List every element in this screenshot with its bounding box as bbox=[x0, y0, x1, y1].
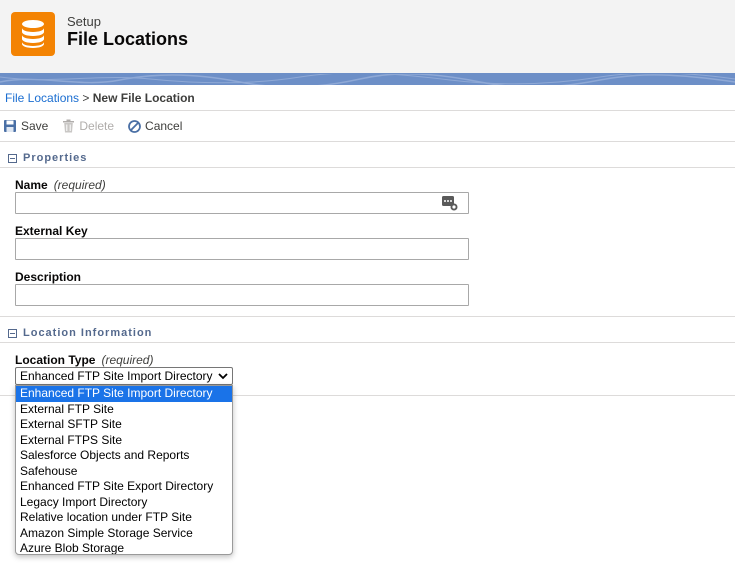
description-input[interactable] bbox=[15, 284, 469, 306]
divider bbox=[0, 316, 735, 317]
dropdown-option[interactable]: Salesforce Objects and Reports bbox=[16, 448, 232, 464]
cancel-button[interactable]: Cancel bbox=[128, 119, 182, 133]
location-type-dropdown: Enhanced FTP Site Import Directory Exter… bbox=[15, 385, 233, 555]
section-location-information[interactable]: Location Information bbox=[8, 327, 152, 339]
breadcrumb-link-file-locations[interactable]: File Locations bbox=[5, 91, 79, 105]
dropdown-option[interactable]: Azure Blob Storage bbox=[16, 541, 232, 554]
cancel-icon bbox=[128, 119, 141, 133]
dropdown-option[interactable]: Enhanced FTP Site Export Directory bbox=[16, 479, 232, 495]
section-properties[interactable]: Properties bbox=[8, 152, 87, 164]
location-type-label: Location Type (required) bbox=[15, 353, 154, 367]
delete-button[interactable]: Delete bbox=[62, 119, 114, 133]
name-input[interactable] bbox=[15, 192, 469, 214]
collapse-icon[interactable] bbox=[8, 328, 17, 338]
dropdown-option[interactable]: External FTPS Site bbox=[16, 433, 232, 449]
breadcrumb-separator: > bbox=[82, 91, 90, 105]
location-type-selected-value: Enhanced FTP Site Import Directory bbox=[20, 369, 213, 383]
dropdown-option[interactable]: Amazon Simple Storage Service bbox=[16, 526, 232, 542]
external-key-label: External Key bbox=[15, 224, 88, 238]
divider bbox=[0, 342, 735, 343]
divider bbox=[0, 141, 735, 142]
page-title: File Locations bbox=[67, 29, 189, 49]
dropdown-option[interactable]: External FTP Site bbox=[16, 402, 232, 418]
breadcrumb-current: New File Location bbox=[92, 91, 195, 105]
database-icon bbox=[11, 12, 55, 56]
toolbar: Save Delete Cancel bbox=[3, 117, 196, 135]
description-label: Description bbox=[15, 270, 82, 284]
lookup-icon[interactable] bbox=[441, 195, 459, 211]
trash-icon bbox=[63, 119, 75, 133]
location-type-select[interactable]: Enhanced FTP Site Import Directory bbox=[15, 367, 233, 385]
cancel-label: Cancel bbox=[145, 119, 183, 133]
dropdown-option[interactable]: Safehouse bbox=[16, 464, 232, 480]
save-label: Save bbox=[21, 119, 49, 133]
name-label: Name (required) bbox=[15, 178, 106, 192]
external-key-input[interactable] bbox=[15, 238, 469, 260]
dropdown-option[interactable]: Relative location under FTP Site bbox=[16, 510, 232, 526]
dropdown-option[interactable]: Enhanced FTP Site Import Directory bbox=[16, 386, 232, 402]
page-header: Setup File Locations bbox=[0, 0, 735, 73]
header-eyebrow: Setup bbox=[67, 14, 101, 29]
section-location-title: Location Information bbox=[23, 327, 153, 339]
save-icon bbox=[4, 120, 16, 132]
required-hint: (required) bbox=[53, 178, 106, 192]
decorative-banner bbox=[0, 73, 735, 85]
collapse-icon[interactable] bbox=[8, 153, 17, 163]
dropdown-option[interactable]: External SFTP Site bbox=[16, 417, 232, 433]
breadcrumb: File Locations > New File Location bbox=[5, 91, 195, 105]
save-button[interactable]: Save bbox=[3, 119, 48, 133]
required-hint: (required) bbox=[101, 353, 154, 367]
delete-label: Delete bbox=[79, 119, 115, 133]
dropdown-option[interactable]: Legacy Import Directory bbox=[16, 495, 232, 511]
divider bbox=[0, 110, 735, 111]
chevron-down-icon bbox=[218, 372, 228, 379]
divider bbox=[0, 167, 735, 168]
section-properties-title: Properties bbox=[23, 152, 88, 164]
